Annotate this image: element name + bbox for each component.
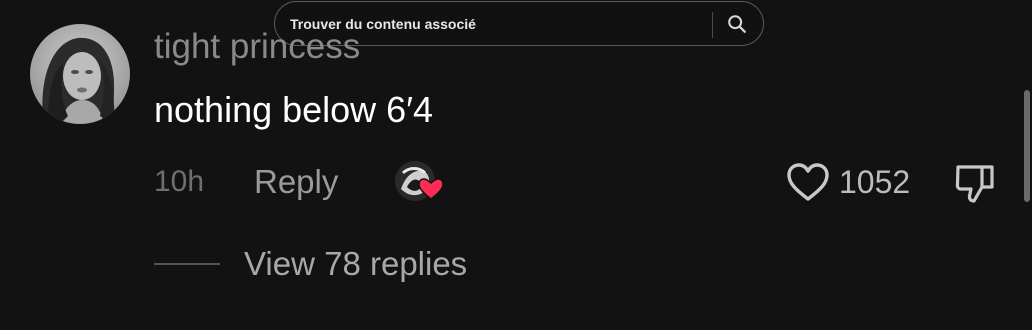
heart-outline-icon	[787, 163, 829, 201]
like-count: 1052	[839, 164, 911, 200]
thumbs-down-icon	[955, 165, 994, 203]
avatar[interactable]	[30, 24, 130, 124]
creator-liked-badge	[393, 159, 449, 207]
search-divider	[712, 12, 713, 38]
scrollbar-thumb[interactable]	[1024, 90, 1030, 202]
comment-timestamp: 10h	[154, 165, 205, 198]
search-button[interactable]	[717, 4, 757, 44]
creator-liked-heart-icon	[395, 161, 444, 201]
comment-text: nothing below 6′4	[154, 89, 433, 130]
dislike-button[interactable]	[952, 161, 998, 205]
like-button[interactable]: 1052	[785, 160, 910, 204]
view-replies-button[interactable]: View 78 replies	[154, 242, 467, 286]
comment-username[interactable]: tight princess	[154, 25, 360, 69]
search-icon	[728, 15, 746, 33]
view-replies-label: View 78 replies	[244, 245, 468, 282]
replies-divider-line	[154, 263, 220, 265]
reply-button[interactable]: Reply	[254, 162, 338, 202]
avatar-image	[30, 24, 130, 124]
